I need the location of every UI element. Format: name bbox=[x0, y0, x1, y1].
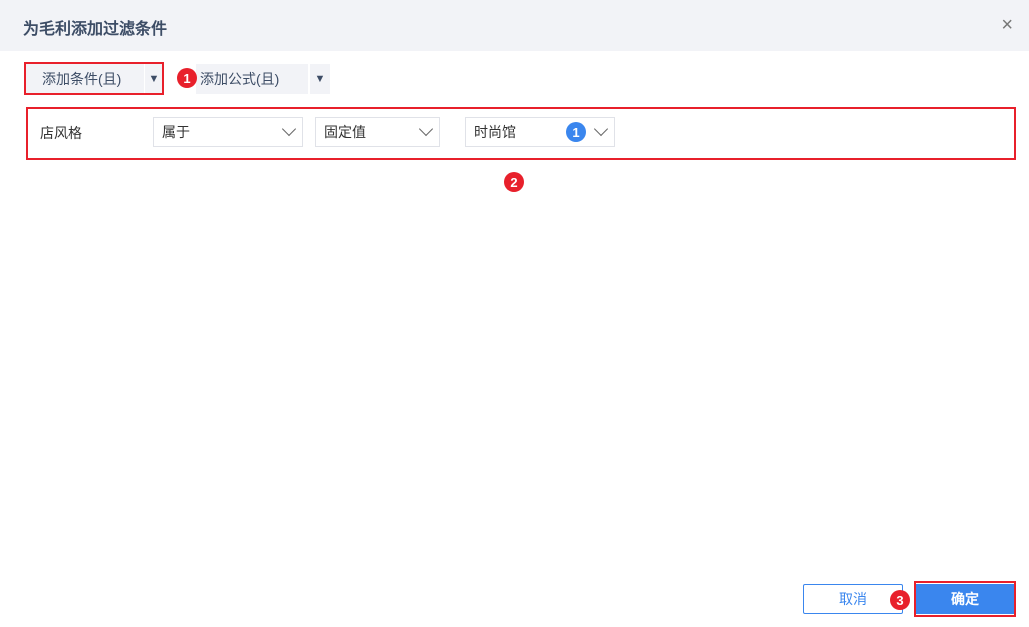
chevron-down-icon bbox=[418, 121, 434, 137]
value-selected: 时尚馆 bbox=[474, 124, 516, 140]
add-formula-button[interactable]: 添加公式(且) bbox=[200, 64, 296, 94]
chevron-down-icon bbox=[281, 121, 297, 137]
step-badge: 1 bbox=[177, 68, 197, 88]
dialog-title: 为毛利添加过滤条件 bbox=[23, 21, 168, 38]
add-formula-dropdown[interactable]: ▼ bbox=[310, 64, 330, 94]
condition-field-label: 店风格 bbox=[40, 125, 82, 141]
value-select[interactable]: 时尚馆 1 bbox=[465, 117, 615, 147]
caret-down-icon: ▼ bbox=[314, 73, 326, 85]
step-badge: 3 bbox=[890, 590, 910, 610]
selected-count-badge: 1 bbox=[566, 122, 586, 142]
value-type-value: 固定值 bbox=[324, 124, 366, 140]
cancel-button[interactable]: 取消 bbox=[803, 584, 903, 614]
step-badge: 2 bbox=[504, 172, 524, 192]
highlight-box bbox=[914, 581, 1016, 617]
dialog-header: 为毛利添加过滤条件 × bbox=[0, 0, 1029, 51]
close-icon[interactable]: × bbox=[1001, 14, 1013, 37]
highlight-box bbox=[24, 62, 164, 95]
operator-select[interactable]: 属于 bbox=[153, 117, 303, 147]
chevron-down-icon bbox=[593, 121, 609, 137]
value-type-select[interactable]: 固定值 bbox=[315, 117, 440, 147]
operator-value: 属于 bbox=[162, 124, 190, 140]
